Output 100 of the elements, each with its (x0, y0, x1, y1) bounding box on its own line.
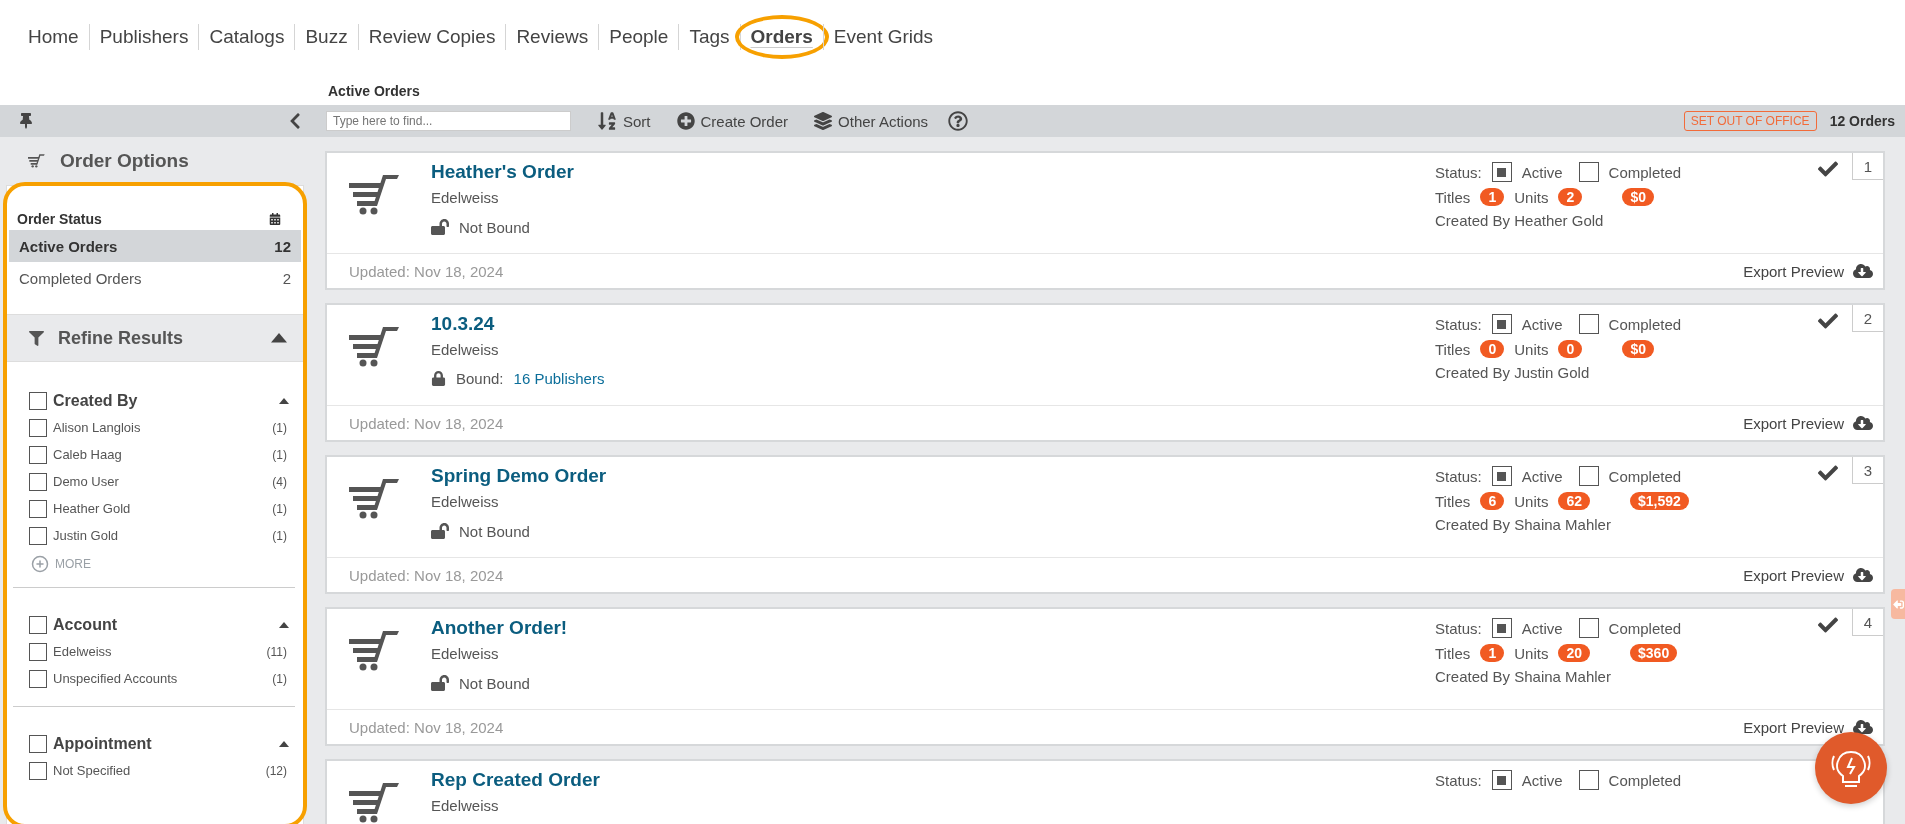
pin-icon[interactable] (18, 113, 34, 129)
checkbox[interactable] (29, 472, 47, 491)
status-checkbox[interactable] (1491, 770, 1512, 790)
order-total: $0 (1622, 340, 1655, 358)
filter-icon (29, 330, 44, 346)
status-checkbox[interactable] (1578, 162, 1599, 182)
checkbox[interactable] (29, 616, 47, 634)
order-number: 3 (1852, 457, 1883, 484)
filter-option: Not Specified (53, 763, 260, 778)
checkbox[interactable] (29, 418, 47, 437)
status-filter-item[interactable]: Active Orders 12 (9, 230, 301, 262)
bound-status: Not Bound (459, 674, 530, 692)
filter-count: (1) (272, 420, 287, 435)
nav-link[interactable]: Reviews (506, 24, 599, 50)
created-by: Created By Shaina Mahler (1435, 516, 1612, 533)
status-label: Status: (1435, 771, 1482, 789)
updated-date: Updated: Nov 18, 2024 (349, 262, 504, 280)
status-checkbox[interactable] (1578, 314, 1599, 334)
nav-link[interactable]: Review Copies (358, 24, 506, 50)
titles-label: Titles (1435, 644, 1471, 662)
sort-button[interactable]: Sort (597, 111, 651, 131)
units-count: 0 (1558, 340, 1583, 358)
checkbox[interactable] (29, 642, 47, 661)
status-checkbox[interactable] (1578, 770, 1599, 790)
sidebar-title: Order Options (60, 150, 189, 172)
checkbox[interactable] (29, 669, 47, 688)
caret-icon[interactable] (279, 398, 289, 404)
nav-link[interactable]: Publishers (89, 24, 199, 50)
filter-count: (1) (272, 447, 287, 462)
plus-icon (31, 555, 49, 573)
created-by: Created By Heather Gold (1435, 212, 1605, 229)
search-field[interactable]: Type here to find... (326, 111, 571, 131)
export-preview-link[interactable]: Export Preview (1743, 261, 1873, 281)
nav-link[interactable]: Tags (679, 24, 740, 50)
updated-date: Updated: Nov 18, 2024 (349, 566, 504, 584)
order-title[interactable]: 10.3.24 (431, 313, 495, 335)
updated-date: Updated: Nov 18, 2024 (349, 718, 504, 736)
filter-count: (1) (272, 528, 287, 543)
status-checkbox[interactable] (1578, 466, 1599, 486)
check-icon[interactable] (1818, 615, 1838, 635)
cloud-download-icon (1853, 413, 1873, 433)
order-title[interactable]: Spring Demo Order (431, 465, 607, 487)
order-number: 2 (1852, 305, 1883, 332)
refine-title: Refine Results (58, 327, 185, 349)
titles-count: 1 (1480, 644, 1505, 662)
check-icon[interactable] (1818, 463, 1838, 483)
nav-link[interactable]: People (599, 24, 679, 50)
exit-icon (1892, 598, 1904, 610)
account-name: Edelweiss (431, 493, 500, 510)
status-label: Status: (1435, 315, 1482, 333)
status-checkbox[interactable] (1491, 466, 1512, 486)
nav-link[interactable]: Catalogs (199, 24, 295, 50)
account-name: Edelweiss (431, 645, 500, 662)
filter-count: (11) (266, 644, 287, 659)
status-checkbox[interactable] (1491, 314, 1512, 334)
checkbox[interactable] (29, 499, 47, 518)
status-option: Completed (1608, 467, 1682, 485)
filter-group-title: Appointment (53, 735, 153, 753)
other-actions-button[interactable]: Other Actions (814, 112, 929, 130)
status-checkbox[interactable] (1491, 162, 1512, 182)
export-preview-link[interactable]: Export Preview (1743, 565, 1873, 585)
status-label: Status: (1435, 467, 1482, 485)
caret-icon[interactable] (279, 741, 289, 747)
caret-icon[interactable] (279, 622, 289, 628)
nav-link[interactable]: Home (18, 24, 89, 50)
checkbox[interactable] (29, 392, 47, 410)
nav-link[interactable]: Orders (740, 24, 823, 50)
cloud-download-icon (1853, 717, 1873, 737)
check-icon[interactable] (1818, 311, 1838, 331)
filter-group-title: Account (53, 616, 118, 634)
units-count: 62 (1558, 492, 1591, 510)
section-title: Order Status (17, 211, 102, 227)
checkbox[interactable] (29, 526, 47, 545)
status-filter-item[interactable]: Completed Orders 2 (9, 262, 301, 294)
help-icon[interactable] (948, 111, 969, 131)
calendar-icon[interactable] (269, 213, 281, 225)
bound-status: Not Bound (459, 522, 530, 540)
status-checkbox[interactable] (1578, 618, 1599, 638)
filter-option: Edelweiss (53, 644, 261, 659)
order-title[interactable]: Another Order! (431, 617, 568, 639)
account-name: Edelweiss (431, 189, 500, 206)
publishers-link[interactable]: 16 Publishers (513, 370, 605, 387)
create-order-button[interactable]: Create Order (676, 112, 789, 130)
check-icon[interactable] (1818, 159, 1838, 179)
status-label: Status: (1435, 619, 1482, 637)
checkbox[interactable] (29, 445, 47, 464)
checkbox[interactable] (29, 761, 47, 780)
nav-link[interactable]: Event Grids (823, 24, 944, 50)
export-preview-link[interactable]: Export Preview (1743, 413, 1873, 433)
export-preview-link[interactable]: Export Preview (1743, 717, 1873, 737)
nav-link[interactable]: Buzz (295, 24, 358, 50)
order-title[interactable]: Heather's Order (431, 161, 574, 183)
filter-count: (4) (272, 474, 287, 489)
filter-option: Caleb Haag (53, 447, 267, 462)
checkbox[interactable] (29, 735, 47, 753)
status-option: Active (1521, 771, 1563, 789)
order-title[interactable]: Rep Created Order (431, 769, 600, 791)
status-checkbox[interactable] (1491, 618, 1512, 638)
bound-status: Bound: (456, 370, 504, 387)
refine-header[interactable]: Refine Results (7, 314, 303, 362)
